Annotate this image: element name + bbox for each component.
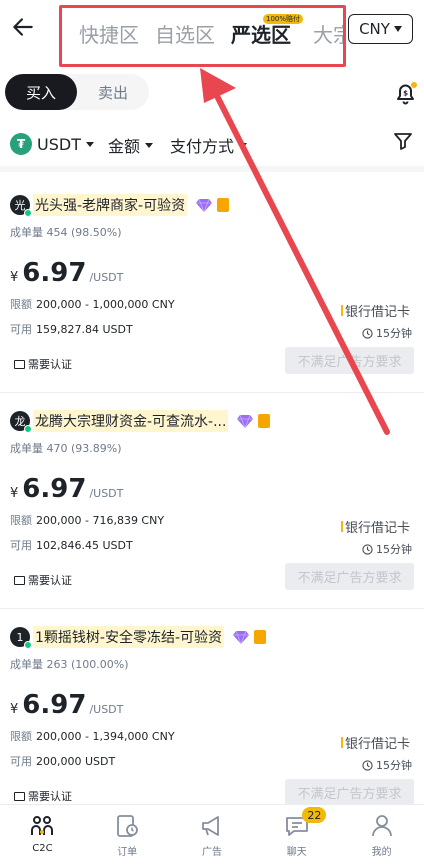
not-qualified-button[interactable]: 不满足广告方要求 <box>285 563 414 590</box>
zone-tabs-highlight: 快捷区 自选区 100%赔付 严选区 大宗区 <box>59 5 346 67</box>
shield-badge-icon <box>217 198 230 212</box>
id-card-icon <box>14 575 25 585</box>
tab-favorites-zone[interactable]: 自选区 <box>155 19 215 48</box>
c2c-icon <box>31 816 54 835</box>
currency-label: CNY <box>359 20 390 38</box>
payment-filter[interactable]: 支付方式 <box>170 133 248 157</box>
not-qualified-button[interactable]: 不满足广告方要求 <box>285 347 414 374</box>
nav-chat[interactable]: 22 聊天 <box>254 805 339 866</box>
limit-range: 限额 200,000 - 716,839 CNY <box>10 514 165 527</box>
profile-icon <box>371 815 392 837</box>
payment-method: 银行借记卡 <box>340 517 410 536</box>
asset-filter[interactable]: ₮ USDT <box>10 133 94 155</box>
payment-method: 银行借记卡 <box>340 733 410 752</box>
amount-filter[interactable]: 金额 <box>108 133 154 157</box>
kyc-required-tag: 需要认证 <box>14 572 72 588</box>
nav-ads[interactable]: 广告 <box>170 805 255 866</box>
section-divider <box>0 166 424 172</box>
caret-down-icon <box>393 26 402 32</box>
top-bar: 快捷区 自选区 100%赔付 严选区 大宗区 CNY <box>0 0 424 67</box>
kyc-required-tag: 需要认证 <box>14 788 72 804</box>
buy-tab[interactable]: 买入 <box>5 74 77 110</box>
asset-label: USDT <box>37 134 81 154</box>
diamond-badge-icon <box>196 198 213 212</box>
nav-label: 广告 <box>201 847 222 858</box>
merchant-avatar: 龙 <box>10 411 32 433</box>
orders-icon <box>117 815 139 837</box>
orders-stat: 成单量 470 (93.89%) <box>10 442 122 455</box>
clock-icon <box>362 543 373 555</box>
nav-label: 聊天 <box>286 847 307 858</box>
price: ¥ 6.97 /USDT <box>10 474 124 504</box>
clock-icon <box>362 759 373 771</box>
nav-label: 订单 <box>117 847 138 858</box>
nav-c2c[interactable]: C2C <box>0 805 85 866</box>
payment-time: 15分钟 <box>362 541 412 557</box>
payment-time: 15分钟 <box>362 757 412 773</box>
online-status-dot <box>24 209 32 217</box>
orders-stat: 成单量 263 (100.00%) <box>10 658 129 671</box>
online-status-dot <box>24 425 32 433</box>
back-arrow-icon[interactable] <box>10 14 36 40</box>
bottom-nav: C2C 订单 广告 22 聊天 我的 <box>0 804 424 866</box>
merchant-avatar: 光 <box>10 195 32 217</box>
filter-funnel-icon[interactable] <box>393 131 413 151</box>
merchant-name[interactable]: 龙腾大宗理财资金-可查流水-... <box>33 410 229 432</box>
buy-sell-toggle: 买入 卖出 <box>5 74 149 110</box>
payment-method: 银行借记卡 <box>340 301 410 320</box>
limit-range: 限额 200,000 - 1,000,000 CNY <box>10 298 175 311</box>
merchant-row: 1 1颗摇钱树-安全零冻结-可验资 <box>10 626 267 649</box>
online-status-dot <box>24 641 32 649</box>
price: ¥ 6.97 /USDT <box>10 258 124 288</box>
price-alert-bell-icon[interactable]: $ <box>393 80 419 106</box>
merchant-name[interactable]: 1颗摇钱树-安全零冻结-可验资 <box>33 626 225 648</box>
caret-down-icon <box>145 142 154 148</box>
id-card-icon <box>14 791 25 801</box>
available-amount: 可用 102,846.45 USDT <box>10 539 133 552</box>
diamond-badge-icon <box>233 630 250 644</box>
tab-bulk-zone[interactable]: 大宗区 <box>313 19 343 48</box>
tab-quick-zone[interactable]: 快捷区 <box>79 19 139 48</box>
caret-down-icon <box>239 142 248 148</box>
currency-selector[interactable]: CNY <box>348 14 413 44</box>
chat-unread-badge: 22 <box>302 807 327 823</box>
shield-badge-icon <box>254 630 267 644</box>
nav-orders[interactable]: 订单 <box>85 805 170 866</box>
sell-tab[interactable]: 卖出 <box>77 74 149 110</box>
orders-stat: 成单量 454 (98.50%) <box>10 226 122 239</box>
card-divider <box>0 392 424 393</box>
kyc-required-tag: 需要认证 <box>14 356 72 372</box>
payment-filter-label: 支付方式 <box>170 137 235 156</box>
nav-label: C2C <box>32 843 53 854</box>
merchant-row: 光 光头强-老牌商家-可验资 <box>10 194 230 217</box>
megaphone-icon <box>202 816 219 836</box>
clock-icon <box>362 327 373 339</box>
caret-down-icon <box>85 141 94 147</box>
price: ¥ 6.97 /USDT <box>10 690 124 720</box>
shield-badge-icon <box>258 414 271 428</box>
card-divider <box>0 608 424 609</box>
id-card-icon <box>14 359 25 369</box>
merchant-row: 龙 龙腾大宗理财资金-可查流水-... <box>10 410 271 433</box>
nav-profile[interactable]: 我的 <box>339 805 424 866</box>
ad-card: 光 光头强-老牌商家-可验资 成单量 454 (98.50%) ¥ 6.97 /… <box>0 194 424 404</box>
amount-label: 金额 <box>108 137 141 156</box>
merchant-name[interactable]: 光头强-老牌商家-可验资 <box>33 194 188 216</box>
svg-text:$: $ <box>403 90 408 98</box>
payment-time: 15分钟 <box>362 325 412 341</box>
merchant-avatar: 1 <box>10 627 32 649</box>
nav-label: 我的 <box>371 847 392 858</box>
limit-range: 限额 200,000 - 1,394,000 CNY <box>10 730 175 743</box>
available-amount: 可用 200,000 USDT <box>10 755 116 768</box>
ad-card: 龙 龙腾大宗理财资金-可查流水-... 成单量 470 (93.89%) ¥ 6… <box>0 410 424 620</box>
diamond-badge-icon <box>237 414 254 428</box>
not-qualified-button[interactable]: 不满足广告方要求 <box>285 779 414 806</box>
tab-select-zone[interactable]: 严选区 <box>231 19 291 48</box>
available-amount: 可用 159,827.84 USDT <box>10 323 133 336</box>
filter-bar: ₮ USDT 金额 支付方式 <box>0 128 424 160</box>
tether-icon: ₮ <box>10 133 32 155</box>
